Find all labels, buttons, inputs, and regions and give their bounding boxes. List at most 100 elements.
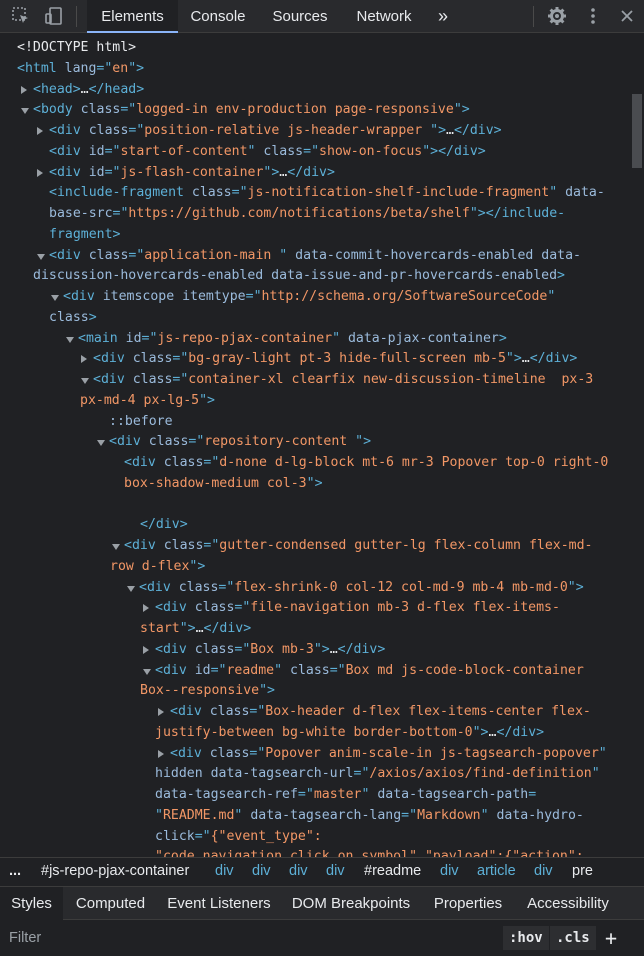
dom-node-row[interactable] [124, 495, 132, 515]
dom-node-row[interactable]: box-shadow-medium col-3"> [124, 474, 323, 494]
tab-styles[interactable]: Styles [0, 887, 63, 920]
breadcrumb-item[interactable]: #readme [364, 863, 421, 879]
dom-token: <div [63, 289, 103, 304]
breadcrumb-item[interactable]: div [215, 863, 234, 879]
device-toolbar-icon[interactable] [43, 5, 65, 27]
dom-node-row[interactable]: <div id="js-flash-container">…</div> [37, 163, 335, 183]
breadcrumb-item[interactable]: article [477, 863, 516, 879]
expand-triangle-icon[interactable] [37, 127, 43, 135]
collapse-triangle-icon[interactable] [51, 295, 59, 301]
dom-node-row[interactable]: <div class="d-none d-lg-block mt-6 mr-3 … [124, 453, 608, 473]
dom-node-row[interactable]: row d-flex"> [110, 557, 205, 577]
collapse-triangle-icon[interactable] [81, 378, 89, 384]
tab-console[interactable]: Console [178, 0, 258, 33]
tab-computed[interactable]: Computed [66, 887, 155, 920]
dom-node-row[interactable]: "code_navigation.click_on_symbol","paylo… [155, 847, 584, 857]
dom-node-row[interactable]: <html lang="en"> [17, 59, 144, 79]
dom-token: =" [203, 455, 220, 470]
dom-node-row[interactable]: <main id="js-repo-pjax-container" data-p… [66, 329, 507, 349]
collapse-triangle-icon[interactable] [127, 585, 135, 592]
dom-node-row[interactable]: click="{"event_type": [155, 827, 322, 847]
expand-triangle-icon[interactable] [143, 645, 149, 654]
tab-properties[interactable]: Properties [425, 887, 511, 920]
settings-gear-icon[interactable] [546, 5, 568, 27]
dom-token: id [194, 662, 211, 678]
expand-triangle-icon[interactable] [143, 604, 149, 613]
inspect-element-icon[interactable] [10, 5, 32, 27]
collapse-triangle-icon[interactable] [37, 253, 45, 260]
tab-dom-breakpoints[interactable]: DOM Breakpoints [284, 887, 418, 920]
more-vertical-icon[interactable] [582, 5, 604, 27]
expand-triangle-icon[interactable] [158, 708, 164, 716]
breadcrumb-item[interactable]: div [326, 863, 345, 879]
add-style-rule-button[interactable]: + [599, 926, 623, 950]
collapse-triangle-icon[interactable] [143, 668, 151, 675]
dom-node-row[interactable]: <include-fragment class="js-notification… [49, 183, 605, 203]
dom-node-row[interactable]: ::before [109, 412, 173, 432]
dom-node-row[interactable]: "README.md" data-tagsearch-lang="Markdow… [155, 806, 584, 826]
dom-node-row[interactable]: </div> [140, 515, 188, 535]
expand-triangle-icon[interactable] [37, 168, 43, 177]
tab-elements[interactable]: Elements [87, 0, 178, 33]
more-tabs-button[interactable]: » [430, 0, 456, 33]
dom-node-row[interactable]: <div class="repository-content "> [97, 432, 371, 452]
dom-token: =" [231, 185, 248, 201]
dom-node-row[interactable]: start">…</div> [140, 619, 251, 639]
tab-event-listeners[interactable]: Event Listeners [160, 887, 278, 920]
tab-accessibility[interactable]: Accessibility [518, 887, 618, 920]
dom-node-row[interactable]: <body class="logged-in env-production pa… [21, 100, 470, 120]
dom-node-row[interactable]: fragment> [49, 225, 120, 245]
expand-triangle-icon[interactable] [158, 749, 164, 758]
dom-node-row[interactable]: hidden data-tagsearch-url="/axios/axios/… [155, 764, 600, 784]
dom-node-row[interactable]: <div class="Box-header d-flex flex-items… [158, 702, 591, 722]
dom-node-row[interactable]: <div class="Popover anim-scale-in js-tag… [158, 744, 607, 764]
dom-node-row[interactable]: <div class="bg-gray-light pt-3 hide-full… [81, 349, 577, 369]
dom-token: readme [226, 662, 275, 678]
breadcrumb-more[interactable]: ... [9, 863, 21, 879]
expand-triangle-icon[interactable] [81, 355, 87, 364]
dom-tree-scrollbar[interactable] [630, 34, 644, 857]
dom-token: js-repo-pjax-container [157, 330, 333, 346]
dom-node-row[interactable]: justify-between bg-white border-bottom-0… [155, 723, 544, 743]
dom-node-row[interactable]: <div itemscope itemtype="http://schema.o… [51, 287, 555, 307]
breadcrumb-item[interactable]: div [252, 863, 271, 879]
expand-triangle-icon[interactable] [21, 85, 27, 94]
dom-node-row[interactable]: base-src="https://github.com/notificatio… [49, 204, 565, 224]
dom-node-row[interactable]: Box--responsive"> [140, 681, 275, 701]
dom-tree[interactable]: <!DOCTYPE html> <html lang="en"> <head>…</… [0, 34, 630, 857]
dom-node-row[interactable]: <div class="container-xl clearfix new-di… [81, 370, 593, 390]
collapse-triangle-icon[interactable] [97, 440, 105, 447]
dom-node-row[interactable]: <!DOCTYPE html> [17, 38, 136, 58]
breadcrumb-item[interactable]: div [440, 863, 459, 879]
breadcrumb-item-selected[interactable]: pre [572, 863, 593, 879]
hover-state-button[interactable]: :hov [503, 926, 549, 950]
dom-node-row[interactable]: <div id="start-of-content" class="show-o… [49, 142, 486, 162]
tab-network[interactable]: Network [345, 0, 423, 33]
tab-sources[interactable]: Sources [262, 0, 338, 33]
collapse-triangle-icon[interactable] [21, 108, 29, 115]
dom-node-row[interactable]: <div class="flex-shrink-0 col-12 col-md-… [127, 578, 584, 598]
dom-node-row[interactable]: <div id="readme" class="Box md js-code-b… [143, 661, 584, 681]
class-toggle-button[interactable]: .cls [550, 926, 596, 950]
breadcrumb-item[interactable]: div [289, 863, 308, 879]
dom-node-row[interactable]: <div class="file-navigation mb-3 d-flex … [143, 598, 560, 618]
collapse-triangle-icon[interactable] [66, 336, 74, 343]
breadcrumb-item[interactable]: div [534, 863, 553, 879]
scrollbar-thumb[interactable] [632, 94, 642, 168]
filter-input[interactable] [4, 926, 504, 950]
collapse-triangle-icon[interactable] [112, 544, 120, 550]
dom-node-row[interactable]: px-md-4 px-lg-5"> [80, 391, 215, 411]
dom-token [124, 497, 132, 512]
dom-token: class [209, 704, 250, 719]
dom-node-row[interactable]: <head>…</head> [21, 80, 144, 100]
dom-node-row[interactable]: data-tagsearch-ref="master" data-tagsear… [155, 785, 536, 805]
breadcrumb-item[interactable]: #js-repo-pjax-container [41, 863, 189, 879]
dom-node-row[interactable]: class> [49, 308, 97, 328]
dom-node-row[interactable]: <div class="application-main " data-comm… [37, 246, 581, 266]
close-icon[interactable] [616, 5, 638, 27]
dom-node-row[interactable]: <div class="position-relative js-header-… [37, 121, 502, 141]
dom-node-row[interactable]: <div class="gutter-condensed gutter-lg f… [112, 536, 592, 556]
dom-node-row[interactable]: discussion-hovercards-enabled data-issue… [33, 266, 565, 286]
dom-token: "> [199, 392, 215, 408]
dom-node-row[interactable]: <div class="Box mb-3">…</div> [143, 640, 385, 660]
